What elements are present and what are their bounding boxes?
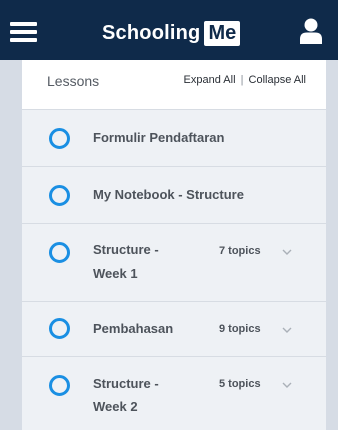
- logo-box-text: Me: [204, 20, 241, 46]
- top-bar: Schooling Me: [0, 0, 338, 60]
- lesson-title-line-2: Week 1: [93, 266, 138, 281]
- topics-count: 9 topics: [219, 323, 261, 335]
- lesson-status-circle-icon: [49, 318, 70, 339]
- lesson-title-line-1: Structure -: [93, 242, 159, 257]
- app-root: Schooling Me Lessons Expand All | Collap…: [0, 0, 338, 430]
- topics-count: 5 topics: [219, 378, 261, 390]
- collapse-all-link[interactable]: Collapse All: [249, 74, 306, 86]
- lesson-row-structure-week-1[interactable]: Structure - Week 1 7 topics: [22, 224, 326, 302]
- lesson-status-circle-icon: [49, 242, 70, 263]
- lesson-title: Formulir Pendaftaran: [93, 130, 225, 145]
- lessons-title: Lessons: [47, 73, 100, 89]
- chevron-down-icon[interactable]: [282, 247, 292, 257]
- lesson-status-circle-icon: [49, 128, 70, 149]
- topics-count: 7 topics: [219, 245, 261, 257]
- left-gutter: [0, 60, 22, 430]
- right-gutter: [326, 60, 338, 430]
- lesson-row-my-notebook-structure[interactable]: My Notebook - Structure: [22, 167, 326, 224]
- lesson-title: Pembahasan: [93, 321, 174, 336]
- lesson-title-line-2: Week 2: [93, 399, 138, 414]
- chevron-down-icon[interactable]: [282, 325, 292, 335]
- hamburger-menu-icon[interactable]: [10, 22, 37, 42]
- lessons-panel-header: Lessons Expand All | Collapse All: [22, 60, 326, 110]
- chevron-down-icon[interactable]: [282, 380, 292, 390]
- lesson-status-circle-icon: [49, 185, 70, 206]
- lesson-status-circle-icon: [49, 375, 70, 396]
- lesson-row-pembahasan[interactable]: Pembahasan 9 topics: [22, 302, 326, 357]
- lessons-panel: Lessons Expand All | Collapse All Formul…: [22, 60, 326, 430]
- expand-all-link[interactable]: Expand All: [184, 74, 236, 86]
- expand-collapse-links: Expand All | Collapse All: [184, 74, 306, 86]
- lesson-title: My Notebook - Structure: [93, 187, 244, 202]
- lesson-row-structure-week-2[interactable]: Structure - Week 2 5 topics: [22, 357, 326, 430]
- user-profile-icon[interactable]: [300, 18, 322, 44]
- lesson-row-formulir-pendaftaran[interactable]: Formulir Pendaftaran: [22, 110, 326, 167]
- logo-text: Schooling: [102, 21, 201, 44]
- link-separator: |: [240, 74, 244, 86]
- lesson-title-line-1: Structure -: [93, 376, 159, 391]
- app-logo[interactable]: Schooling Me: [102, 20, 241, 46]
